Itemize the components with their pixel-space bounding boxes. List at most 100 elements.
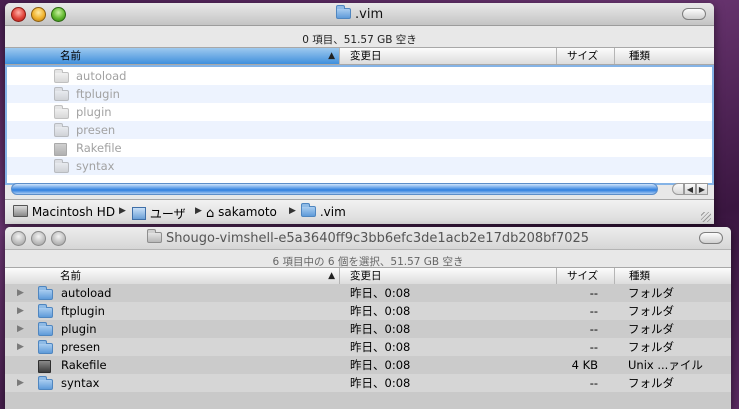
- item-kind: フォルダ: [628, 286, 674, 300]
- item-name: autoload: [76, 69, 127, 83]
- list-item[interactable]: presen: [7, 121, 712, 139]
- column-size[interactable]: サイズ: [557, 268, 615, 284]
- disclosure-triangle-icon[interactable]: ▶: [17, 320, 24, 338]
- column-date[interactable]: 変更日: [340, 48, 557, 64]
- item-name: presen: [61, 340, 101, 354]
- table-row[interactable]: ▶ plugin 昨日、0:08 -- フォルダ: [5, 320, 731, 338]
- disclosure-triangle-icon[interactable]: ▶: [17, 338, 24, 356]
- item-date: 昨日、0:08: [350, 322, 411, 336]
- item-name: plugin: [76, 105, 112, 119]
- path-item-label: ユーザ: [149, 207, 186, 221]
- path-separator-icon: ▶: [119, 206, 126, 216]
- folder-icon: [54, 87, 69, 101]
- column-date[interactable]: 変更日: [340, 268, 557, 284]
- column-name[interactable]: 名前 ▲: [5, 268, 340, 284]
- path-bar: Macintosh HD ▶ ユーザ ▶ ⌂ sakamoto ▶ .vim: [5, 199, 714, 224]
- item-kind: Unix ...ァイル: [628, 358, 703, 372]
- title-bar[interactable]: .vim: [5, 3, 714, 26]
- disclosure-triangle-icon[interactable]: ▶: [17, 284, 24, 302]
- path-item-sakamoto[interactable]: ⌂ sakamoto: [206, 205, 277, 221]
- list-item[interactable]: Rakefile: [7, 139, 712, 157]
- folder-icon: [54, 105, 69, 119]
- item-name: syntax: [76, 159, 115, 173]
- item-size: --: [589, 340, 598, 354]
- column-name-label: 名前: [60, 270, 81, 282]
- users-folder-icon: [132, 207, 146, 220]
- file-icon: [38, 360, 51, 373]
- folder-icon: [38, 304, 53, 318]
- item-kind: フォルダ: [628, 322, 674, 336]
- file-icon: [54, 143, 67, 156]
- table-row[interactable]: ▶ autoload 昨日、0:08 -- フォルダ: [5, 284, 731, 302]
- list-item[interactable]: autoload: [7, 67, 712, 85]
- folder-icon: [38, 340, 53, 354]
- item-name: Rakefile: [76, 141, 122, 155]
- item-date: 昨日、0:08: [350, 304, 411, 318]
- window-title-text: Shougo-vimshell-e5a3640ff9c3bb6efc3de1ac…: [166, 231, 590, 246]
- path-separator-icon: ▶: [195, 206, 202, 216]
- toolbar-toggle-button[interactable]: [699, 232, 723, 244]
- folder-icon: [38, 322, 53, 336]
- folder-icon: [301, 203, 316, 217]
- column-kind[interactable]: 種類: [615, 48, 714, 64]
- column-name-label: 名前: [60, 50, 81, 62]
- item-name: ftplugin: [61, 304, 105, 318]
- scroll-left-button[interactable]: ◀: [684, 183, 696, 195]
- status-text: 0 項目、51.57 GB 空き: [302, 34, 417, 46]
- path-item-label: .vim: [319, 205, 346, 219]
- path-item-label: sakamoto: [218, 205, 277, 219]
- path-separator-icon: ▶: [289, 206, 296, 216]
- folder-icon: [54, 69, 69, 83]
- list-item[interactable]: ftplugin: [7, 85, 712, 103]
- folder-icon: [54, 159, 69, 173]
- list-item[interactable]: syntax: [7, 157, 712, 175]
- column-kind[interactable]: 種類: [615, 268, 731, 284]
- path-item-macintosh-hd[interactable]: Macintosh HD: [13, 205, 115, 219]
- disclosure-triangle-icon[interactable]: ▶: [17, 374, 24, 392]
- sort-ascending-icon: ▲: [328, 51, 335, 61]
- disclosure-triangle-icon[interactable]: ▶: [17, 302, 24, 320]
- file-list[interactable]: autoload ftplugin plugin presen Rakefile…: [5, 65, 714, 185]
- window-title-text: .vim: [355, 7, 384, 22]
- column-name[interactable]: 名前 ▲: [5, 48, 340, 64]
- scroll-right-button[interactable]: ▶: [696, 183, 708, 195]
- finder-window-vimshell: Shougo-vimshell-e5a3640ff9c3bb6efc3de1ac…: [5, 227, 731, 409]
- column-header: 名前 ▲ 変更日 サイズ 種類: [5, 267, 731, 285]
- scrollbar-thumb[interactable]: [11, 183, 658, 195]
- finder-window-vim: .vim 0 項目、51.57 GB 空き 名前 ▲ 変更日 サイズ 種類 au…: [5, 3, 714, 224]
- folder-icon: [54, 123, 69, 137]
- table-row[interactable]: ▶ syntax 昨日、0:08 -- フォルダ: [5, 374, 731, 392]
- item-size: --: [589, 286, 598, 300]
- item-size: 4 KB: [571, 358, 598, 372]
- window-title: Shougo-vimshell-e5a3640ff9c3bb6efc3de1ac…: [5, 229, 731, 246]
- item-date: 昨日、0:08: [350, 286, 411, 300]
- folder-icon: [335, 5, 351, 19]
- folder-icon: [38, 376, 53, 390]
- item-date: 昨日、0:08: [350, 376, 411, 390]
- path-item-label: Macintosh HD: [31, 205, 116, 219]
- horizontal-scrollbar[interactable]: ◀ ▶: [11, 183, 708, 195]
- item-name: syntax: [61, 376, 100, 390]
- folder-icon: [146, 229, 162, 243]
- item-name: Rakefile: [61, 358, 107, 372]
- item-kind: フォルダ: [628, 376, 674, 390]
- item-kind: フォルダ: [628, 304, 674, 318]
- item-size: --: [589, 304, 598, 318]
- item-name: presen: [76, 123, 116, 137]
- table-row[interactable]: Rakefile 昨日、0:08 4 KB Unix ...ァイル: [5, 356, 731, 374]
- toolbar-toggle-button[interactable]: [682, 8, 706, 20]
- list-item[interactable]: plugin: [7, 103, 712, 121]
- item-kind: フォルダ: [628, 340, 674, 354]
- scroll-end-cap-icon: [672, 183, 684, 195]
- path-item-users[interactable]: ユーザ: [132, 205, 186, 222]
- item-size: --: [589, 322, 598, 336]
- item-date: 昨日、0:08: [350, 358, 411, 372]
- item-date: 昨日、0:08: [350, 340, 411, 354]
- table-row[interactable]: ▶ presen 昨日、0:08 -- フォルダ: [5, 338, 731, 356]
- file-list[interactable]: ▶ autoload 昨日、0:08 -- フォルダ ▶ ftplugin 昨日…: [5, 284, 731, 409]
- title-bar[interactable]: Shougo-vimshell-e5a3640ff9c3bb6efc3de1ac…: [5, 227, 731, 250]
- resize-grip-icon[interactable]: [701, 212, 711, 222]
- column-size[interactable]: サイズ: [557, 48, 615, 64]
- path-item-vim[interactable]: .vim: [301, 203, 346, 219]
- table-row[interactable]: ▶ ftplugin 昨日、0:08 -- フォルダ: [5, 302, 731, 320]
